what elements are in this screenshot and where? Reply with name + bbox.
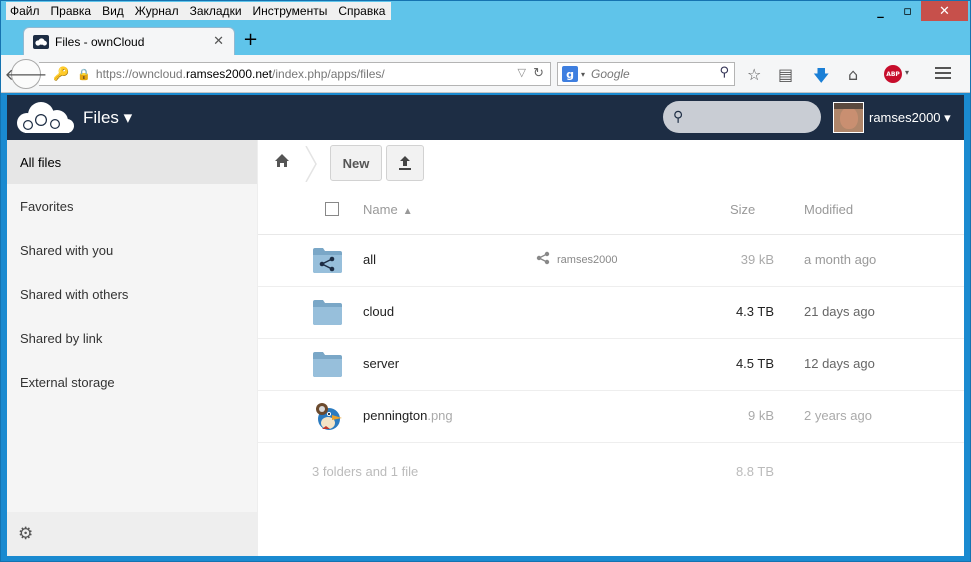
- avatar[interactable]: [833, 102, 864, 133]
- share-indicator[interactable]: ramses2000: [536, 251, 618, 268]
- browser-tab[interactable]: Files - ownCloud ✕: [23, 27, 235, 55]
- tab-close-icon[interactable]: ✕: [213, 34, 224, 49]
- search-placeholder: Google: [591, 67, 630, 81]
- table-row[interactable]: server 4.5 TB 12 days ago: [258, 339, 964, 391]
- file-size: 9 kB: [747, 408, 774, 423]
- owncloud-header: Files ▾ ⚲ ramses2000 ▾: [7, 95, 964, 140]
- file-modified: 12 days ago: [804, 356, 875, 371]
- breadcrumb-separator: [305, 146, 317, 182]
- owncloud-search-input[interactable]: ⚲: [663, 101, 821, 133]
- search-bar[interactable]: g ▾ Google ⚲: [557, 62, 735, 86]
- file-size: 39 kB: [740, 252, 774, 267]
- menu-view[interactable]: Вид: [102, 4, 124, 18]
- menu-edit[interactable]: Правка: [51, 4, 92, 18]
- downloads-icon[interactable]: 🡇: [813, 65, 829, 92]
- file-name[interactable]: pennington.png: [363, 408, 453, 423]
- url-text: https://owncloud.ramses2000.net/index.ph…: [95, 67, 385, 81]
- file-name[interactable]: server: [363, 356, 399, 371]
- back-button[interactable]: 🡐: [5, 59, 47, 89]
- summary-count: 3 folders and 1 file: [312, 464, 419, 479]
- url-dropdown-icon[interactable]: ▽: [518, 66, 526, 79]
- bookmark-star-icon[interactable]: ☆: [747, 65, 761, 84]
- column-header-name[interactable]: Name ▲: [363, 202, 413, 217]
- shared-with-label: ramses2000: [557, 253, 618, 266]
- share-icon: [536, 251, 550, 268]
- file-summary: 3 folders and 1 file 8.8 TB: [258, 446, 964, 486]
- menu-help[interactable]: Справка: [338, 4, 385, 18]
- file-modified: 2 years ago: [804, 408, 872, 423]
- menu-history[interactable]: Журнал: [135, 4, 179, 18]
- table-header: Name ▲ Size Modified: [258, 188, 964, 235]
- url-bar[interactable]: 🔑 🔒 https://owncloud.ramses2000.net/inde…: [39, 62, 551, 86]
- upload-button[interactable]: [386, 145, 424, 181]
- close-window-button[interactable]: ✕: [921, 1, 968, 21]
- controls-bar: New: [258, 140, 964, 188]
- key-icon[interactable]: 🔑: [53, 67, 69, 82]
- sidebar: All files Favorites Shared with you Shar…: [7, 140, 258, 556]
- shared-folder-icon: [313, 248, 342, 273]
- image-thumbnail-icon: [316, 403, 342, 430]
- lock-icon: 🔒: [77, 67, 91, 81]
- column-header-size[interactable]: Size: [730, 202, 755, 217]
- column-header-modified[interactable]: Modified: [804, 202, 853, 217]
- sidebar-item-favorites[interactable]: Favorites: [7, 184, 257, 228]
- title-bar: Файл Правка Вид Журнал Закладки Инструме…: [1, 1, 970, 23]
- user-menu[interactable]: ramses2000 ▾: [869, 110, 951, 126]
- folder-icon: [313, 300, 342, 325]
- adblock-icon[interactable]: ABP: [884, 65, 902, 83]
- file-extension: .png: [427, 408, 453, 423]
- reload-icon[interactable]: ↻: [533, 66, 544, 81]
- new-tab-icon[interactable]: +: [243, 29, 258, 50]
- menu-hamburger-icon[interactable]: [935, 67, 951, 82]
- menu-bookmarks[interactable]: Закладки: [190, 4, 242, 18]
- table-row[interactable]: cloud 4.3 TB 21 days ago: [258, 287, 964, 339]
- file-modified: a month ago: [804, 252, 877, 267]
- sidebar-item-shared-with-you[interactable]: Shared with you: [7, 228, 257, 272]
- sort-ascending-icon: ▲: [402, 206, 413, 217]
- owncloud-favicon-icon: [33, 34, 49, 49]
- sidebar-item-shared-with-others[interactable]: Shared with others: [7, 272, 257, 316]
- minimize-button[interactable]: _: [867, 1, 894, 21]
- maximize-button[interactable]: ▫: [894, 1, 921, 21]
- home-icon[interactable]: ⌂: [848, 65, 858, 84]
- sidebar-item-external-storage[interactable]: External storage: [7, 360, 257, 404]
- tab-title: Files - ownCloud: [55, 34, 145, 49]
- file-name[interactable]: cloud: [363, 304, 394, 319]
- sidebar-item-all-files[interactable]: All files: [7, 140, 257, 184]
- browser-window: Файл Правка Вид Журнал Закладки Инструме…: [0, 0, 971, 562]
- reading-list-icon[interactable]: ▤: [778, 65, 793, 84]
- search-icon: ⚲: [673, 109, 684, 125]
- file-size: 4.5 TB: [735, 356, 774, 371]
- settings-gear-icon[interactable]: ⚙: [7, 512, 258, 556]
- menu-bar: Файл Правка Вид Журнал Закладки Инструме…: [6, 2, 392, 20]
- file-size: 4.3 TB: [735, 304, 774, 319]
- summary-size: 8.8 TB: [735, 464, 774, 479]
- menu-file[interactable]: Файл: [10, 4, 40, 18]
- menu-tools[interactable]: Инструменты: [253, 4, 328, 18]
- search-engine-dropdown-icon[interactable]: ▾: [581, 70, 585, 79]
- search-icon[interactable]: ⚲: [719, 65, 729, 80]
- owncloud-logo-icon[interactable]: [15, 101, 75, 135]
- file-list-area: New Name ▲ Size Modified all ramses2000 3…: [258, 140, 964, 556]
- file-name[interactable]: all: [363, 252, 376, 267]
- tab-strip: Files - ownCloud ✕ +: [1, 23, 970, 55]
- app-title-menu[interactable]: Files ▾: [83, 108, 132, 128]
- table-row[interactable]: all ramses2000 39 kB a month ago: [258, 235, 964, 287]
- upload-icon: [399, 156, 411, 170]
- select-all-checkbox[interactable]: [325, 202, 339, 216]
- sidebar-item-shared-by-link[interactable]: Shared by link: [7, 316, 257, 360]
- google-icon[interactable]: g: [562, 66, 578, 82]
- folder-icon: [313, 352, 342, 377]
- window-controls: _ ▫ ✕: [867, 1, 968, 21]
- adblock-dropdown-icon[interactable]: ▾: [905, 68, 909, 77]
- breadcrumb-home-icon[interactable]: [274, 152, 290, 173]
- file-modified: 21 days ago: [804, 304, 875, 319]
- table-row[interactable]: pennington.png 9 kB 2 years ago: [258, 391, 964, 443]
- nav-toolbar: 🔑 🔒 https://owncloud.ramses2000.net/inde…: [1, 55, 970, 93]
- new-button[interactable]: New: [330, 145, 382, 181]
